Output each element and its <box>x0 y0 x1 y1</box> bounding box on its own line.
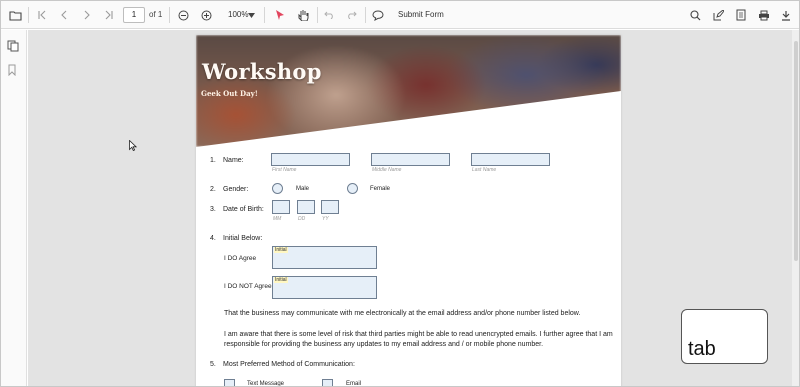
last-name-hint: Last Name <box>472 167 497 173</box>
form-fields-icon[interactable] <box>734 1 748 29</box>
consent-paragraph-2: I am aware that there is some level of r… <box>224 331 613 348</box>
i-do-agree-label: I DO Agree <box>224 255 257 262</box>
page-thumbnails-icon[interactable] <box>7 39 21 53</box>
chevron-down-icon[interactable] <box>246 1 256 29</box>
page-number-input[interactable]: 1 <box>123 7 145 23</box>
name-label: Name: <box>223 157 244 164</box>
question-number: 2. <box>210 186 216 193</box>
male-label: Male <box>296 186 310 192</box>
scrollbar-thumb[interactable] <box>794 41 798 261</box>
initial-below-label: Initial Below: <box>223 235 263 242</box>
year-hint: YY <box>322 216 329 222</box>
last-page-icon[interactable] <box>102 1 116 29</box>
submit-form-button[interactable]: Submit Form <box>398 1 444 29</box>
dob-year-field[interactable] <box>321 200 339 214</box>
text-message-label: Text Message <box>247 381 285 387</box>
dob-month-field[interactable] <box>272 200 290 214</box>
not-agree-initial-field[interactable]: Initial <box>272 276 377 299</box>
pdf-page: Workshop Geek Out Day! 1. Name: First Na… <box>196 35 621 387</box>
first-page-icon[interactable] <box>35 1 49 29</box>
female-label: Female <box>370 186 391 192</box>
middle-name-hint: Middle Name <box>372 167 402 173</box>
middle-name-field[interactable] <box>371 153 450 166</box>
search-icon[interactable] <box>688 1 702 29</box>
consent-paragraph-1: That the business may communicate with m… <box>224 310 581 317</box>
previous-page-icon[interactable] <box>57 1 71 29</box>
month-hint: MM <box>273 216 282 222</box>
comment-icon[interactable] <box>371 1 385 29</box>
female-radio[interactable] <box>347 183 358 194</box>
zoom-in-icon[interactable] <box>199 1 213 29</box>
dob-label: Date of Birth: <box>223 206 264 213</box>
edit-annotation-icon[interactable] <box>711 1 725 29</box>
initial-tag: Initial <box>274 277 288 283</box>
question-number: 5. <box>210 361 216 368</box>
next-page-icon[interactable] <box>80 1 94 29</box>
undo-icon[interactable] <box>322 1 336 29</box>
toolbar-divider <box>317 7 318 23</box>
page-count-label: of 1 <box>149 10 163 19</box>
toolbar-divider <box>365 7 366 23</box>
dob-day-field[interactable] <box>297 200 315 214</box>
key-hint-text: tab <box>688 338 716 360</box>
toolbar: 1 of 1 100% Submit Form <box>1 1 799 29</box>
redo-icon[interactable] <box>344 1 358 29</box>
first-name-field[interactable] <box>271 153 350 166</box>
question-number: 4. <box>210 235 216 242</box>
text-message-checkbox[interactable] <box>224 379 235 386</box>
toolbar-divider <box>28 7 29 23</box>
preferred-method-label: Most Preferred Method of Communication: <box>223 361 355 368</box>
toolbar-divider <box>169 7 170 23</box>
print-icon[interactable] <box>757 1 771 29</box>
banner-diagonal-cut <box>196 91 621 147</box>
pan-hand-icon[interactable] <box>296 1 310 29</box>
last-name-field[interactable] <box>471 153 550 166</box>
question-number: 1. <box>210 157 216 164</box>
first-name-hint: First Name <box>272 167 297 173</box>
workshop-banner: Workshop Geek Out Day! <box>196 35 621 147</box>
selection-cursor-icon[interactable] <box>273 1 287 29</box>
initial-tag: Initial <box>274 247 288 253</box>
toolbar-divider <box>264 7 265 23</box>
email-checkbox[interactable] <box>322 379 333 386</box>
gender-label: Gender: <box>223 186 249 193</box>
day-hint: DD <box>298 216 306 222</box>
question-number: 3. <box>210 206 216 213</box>
pdf-viewer: 1 of 1 100% Submit Form Workshop Geek Ou… <box>0 0 800 387</box>
download-icon[interactable] <box>779 1 793 29</box>
banner-subtitle: Geek Out Day! <box>201 89 258 98</box>
agree-initial-field[interactable]: Initial <box>272 246 377 269</box>
left-navigation-pane <box>1 30 27 386</box>
open-file-icon[interactable] <box>7 1 23 29</box>
i-do-not-agree-label: I DO NOT Agree <box>224 283 272 290</box>
male-radio[interactable] <box>272 183 283 194</box>
zoom-out-icon[interactable] <box>176 1 190 29</box>
email-label: Email <box>346 381 362 387</box>
mouse-cursor-icon <box>129 140 137 151</box>
bookmark-icon[interactable] <box>7 63 21 77</box>
banner-title: Workshop <box>202 59 322 84</box>
